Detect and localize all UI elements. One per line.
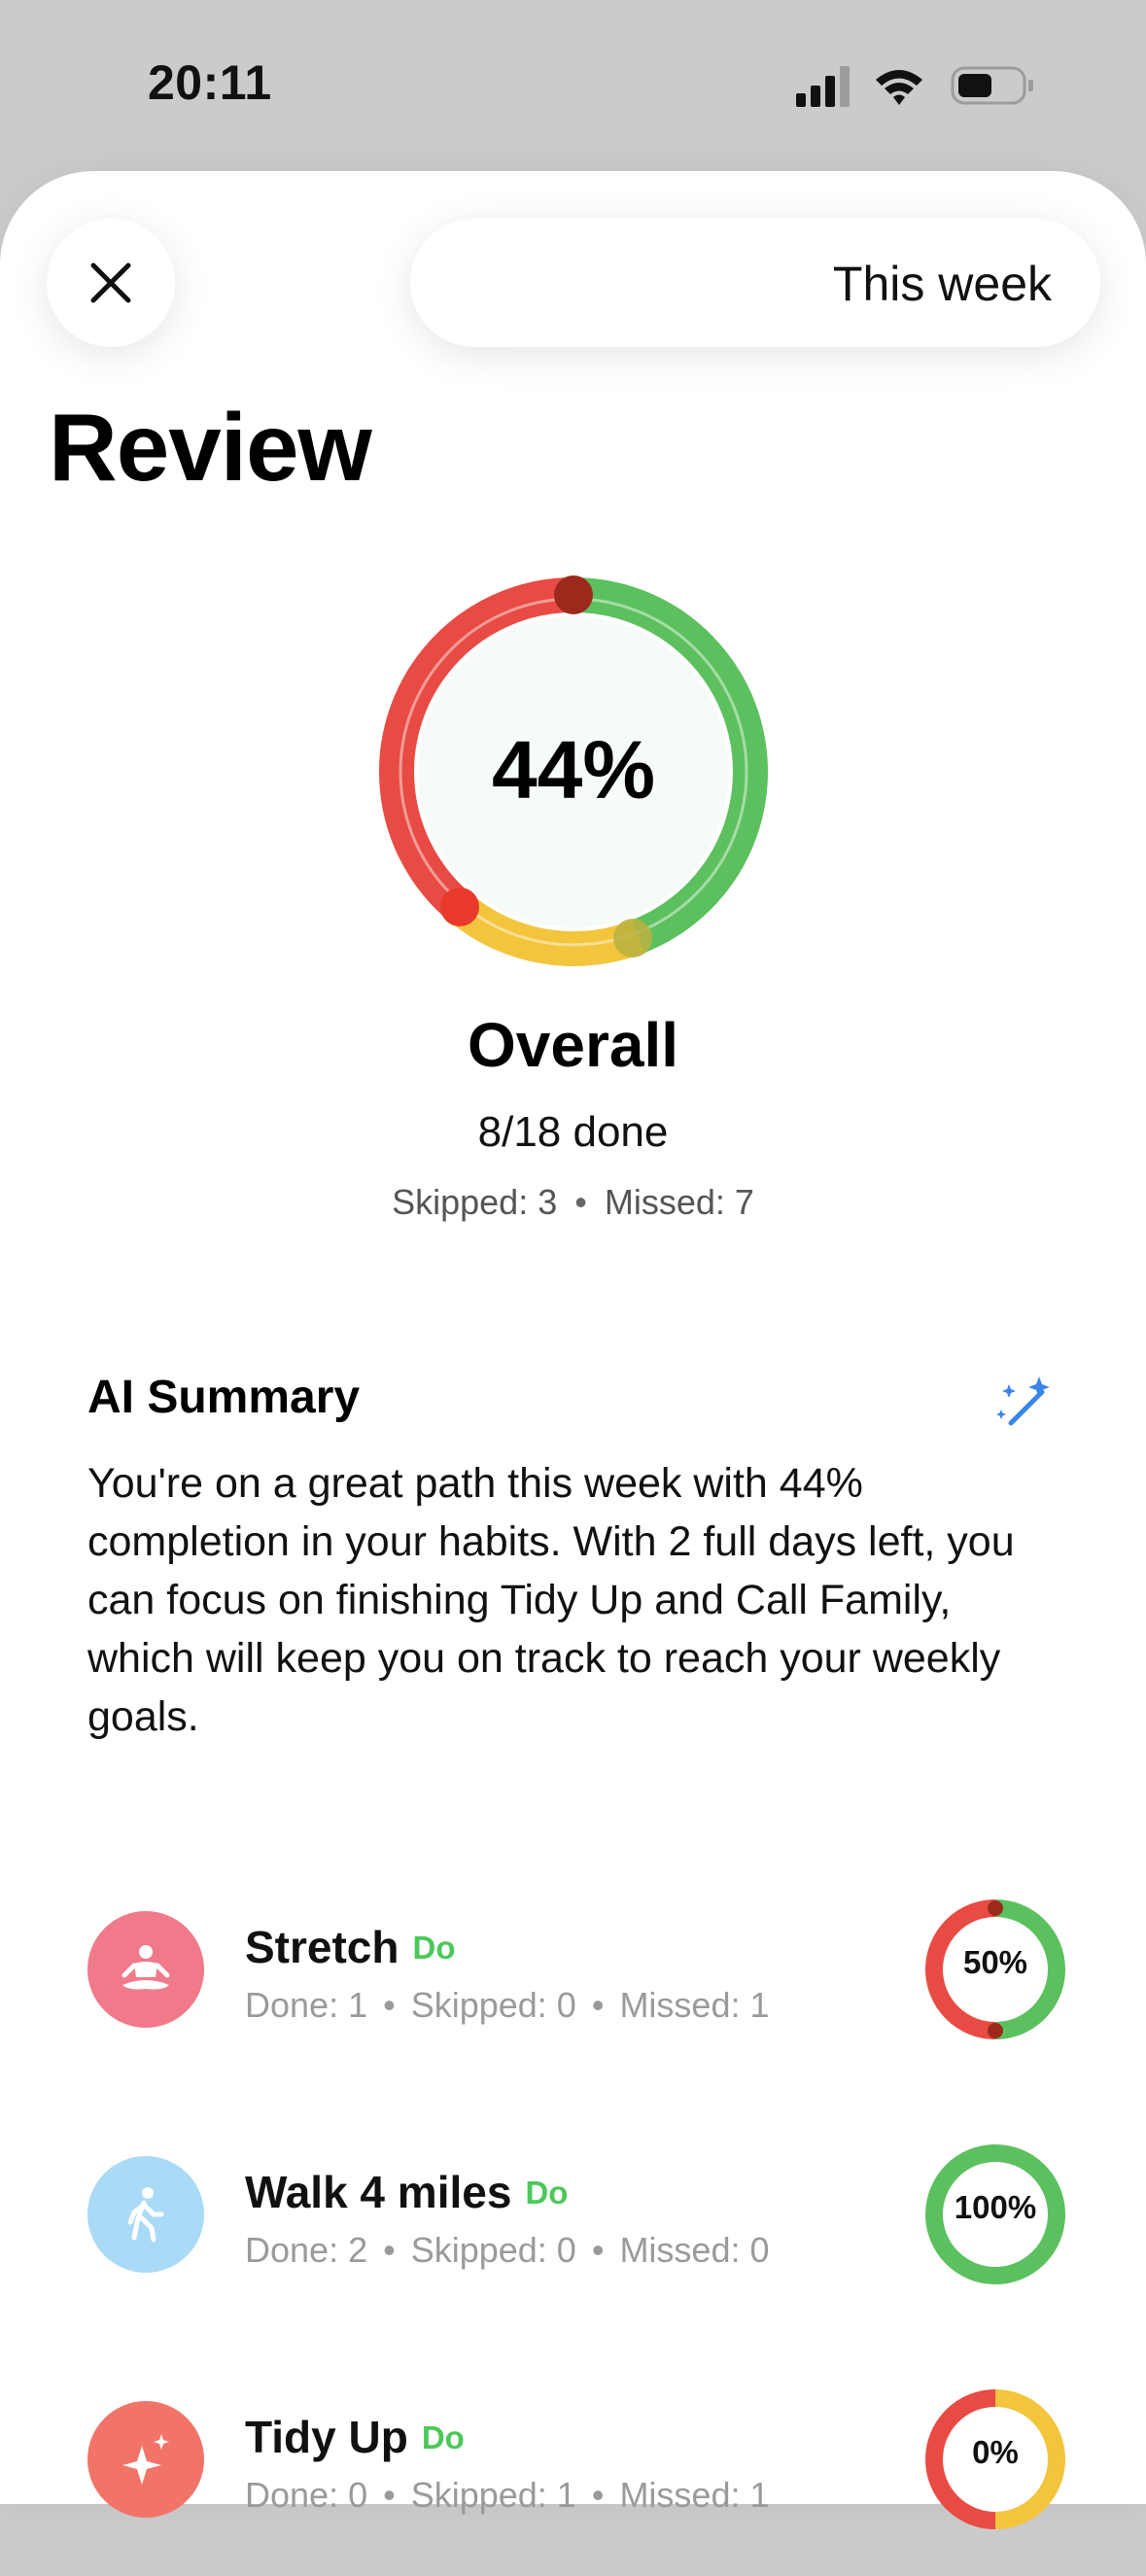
habit-skipped: Skipped: 0 [410,2230,576,2270]
habit-done: Done: 2 [245,2230,368,2270]
habit-name-text: Walk 4 miles [245,2167,512,2217]
habit-avatar [87,1911,204,2028]
period-label: This week [832,257,1052,311]
close-icon [90,262,131,303]
overall-label: Overall [467,1010,679,1080]
habit-ring-marker [988,2023,1003,2038]
overall-ring-marker-top [554,575,593,614]
overall-done-count: 8/18 done [477,1108,669,1156]
overall-percent: 44% [491,724,656,816]
habit-skipped: Skipped: 1 [410,2475,576,2515]
overall-ring-marker-right [613,919,652,957]
habit-name: Tidy Up Do [245,2411,465,2463]
habit-percent: 0% [972,2434,1019,2470]
sparkle-icon [122,2434,169,2485]
signal-icon [796,66,850,107]
habit-done: Done: 1 [245,1985,368,2025]
wifi-icon [876,70,922,105]
meditation-icon [122,1945,170,1990]
habit-skipped: Skipped: 0 [410,1985,576,2025]
habit-tag: Do [421,2419,465,2455]
battery-icon [951,66,1033,105]
walking-icon [127,2187,164,2243]
habit-ring-marker [988,1900,1003,1916]
habit-tag: Do [525,2175,569,2210]
period-selector[interactable]: This week [410,219,1100,347]
habit-row[interactable]: Walk 4 miles Do Done: 2 • Skipped: 0 • Missed… [0,2144,1146,2331]
habit-stats: Done: 1 • Skipped: 0 • Missed: 1 [245,1985,770,2025]
magic-wand-icon[interactable] [993,1371,1056,1433]
habit-avatar [87,2156,204,2273]
habit-name-text: Stretch [245,1922,399,1972]
habit-missed: Missed: 0 [619,2230,770,2270]
habit-row[interactable]: Stretch Do Done: 1 • Skipped: 0 • Missed: 1 5… [0,1899,1146,2086]
overall-skipped: Skipped: 3 [392,1182,558,1222]
habit-stats: Done: 0 • Skipped: 1 • Missed: 1 [245,2475,770,2515]
habit-avatar [87,2401,204,2518]
habit-name: Stretch Do [245,1921,455,1973]
habit-row[interactable]: Tidy Up Do Done: 0 • Skipped: 1 • Missed: 1 0… [0,2389,1146,2576]
habit-percent: 50% [962,1944,1028,1980]
habit-tag: Do [412,1930,456,1966]
habit-done: Done: 0 [245,2475,368,2515]
overall-ring-marker-left [440,888,479,926]
ai-summary-title: AI Summary [87,1372,361,1423]
overall-stats: Skipped: 3 • Missed: 7 [392,1182,754,1222]
status-icons [796,60,1049,111]
overall-missed: Missed: 7 [604,1182,754,1222]
page-title: Review [49,394,372,501]
habit-name: Walk 4 miles Do [245,2166,568,2218]
habit-stats: Done: 2 • Skipped: 0 • Missed: 0 [245,2230,770,2270]
habit-name-text: Tidy Up [245,2412,408,2462]
habit-missed: Missed: 1 [619,2475,770,2515]
close-button[interactable] [47,219,175,347]
habit-missed: Missed: 1 [619,1985,770,2025]
status-time: 20:11 [148,55,272,110]
habit-percent: 100% [954,2189,1037,2225]
ai-summary-text: You're on a great path this week with 44… [87,1460,1015,1740]
